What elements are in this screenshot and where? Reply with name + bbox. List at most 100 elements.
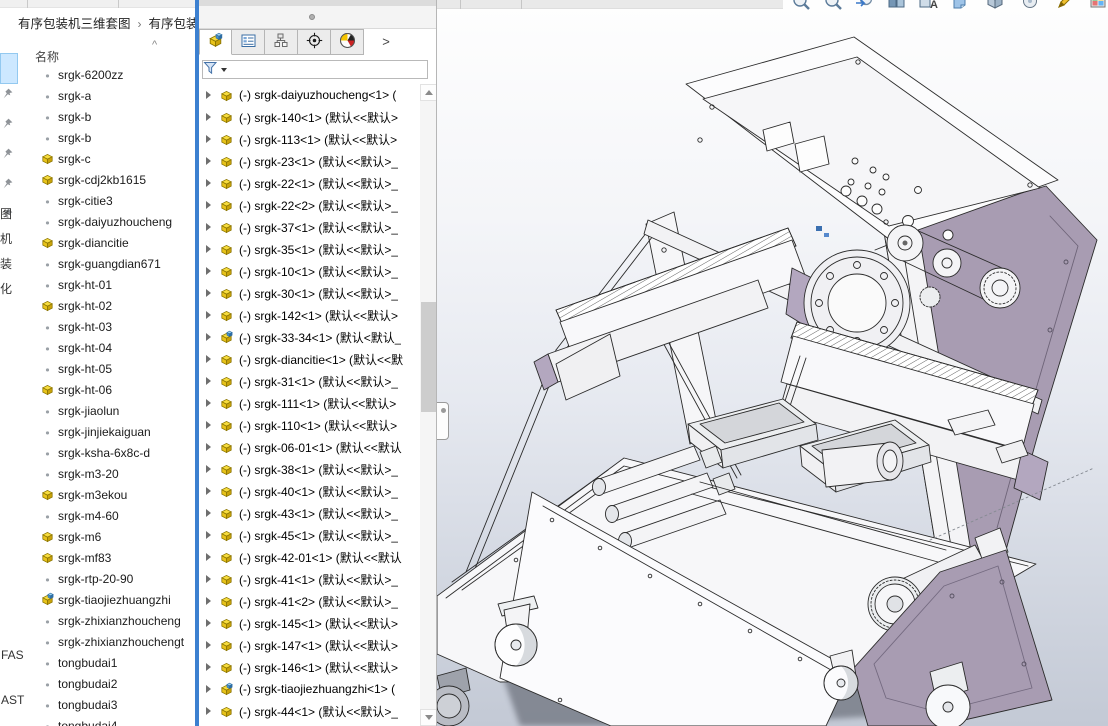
expand-arrow-icon[interactable] [206,355,211,363]
file-list-item[interactable]: srgk-m3-20 [0,463,196,484]
column-header-name[interactable]: 名称 [35,48,59,65]
breadcrumb[interactable]: 有序包装机三维套图›有序包装机三维套图 [18,13,196,31]
feature-tree-item[interactable]: (-) srgk-43<1> (默认<<默认>_ [199,502,420,524]
tab-featuremanager[interactable] [199,29,232,55]
file-list-item[interactable]: srgk-m6 [0,526,196,547]
expand-arrow-icon[interactable] [206,597,211,605]
expand-arrow-icon[interactable] [206,531,211,539]
file-list-item[interactable]: tongbudai1 [0,652,196,673]
feature-tree-item[interactable]: (-) srgk-22<1> (默认<<默认>_ [199,172,420,194]
feature-tree-item[interactable]: (-) srgk-33-34<1> (默认<默认_ [199,326,420,348]
expand-arrow-icon[interactable] [206,399,211,407]
file-list-item[interactable]: srgk-guangdian671 [0,253,196,274]
expand-arrow-icon[interactable] [206,157,211,165]
filter-funnel-icon[interactable] [203,61,218,78]
file-list-item[interactable]: srgk-jinjiekaiguan [0,421,196,442]
tab-configurationmanager[interactable] [265,29,298,55]
feature-tree-item[interactable]: (-) srgk-111<1> (默认<<默认> [199,392,420,414]
expand-arrow-icon[interactable] [206,135,211,143]
machine-3d-model[interactable] [437,0,1108,726]
file-list-item[interactable]: srgk-m4-60 [0,505,196,526]
file-list-item[interactable]: srgk-diancitie [0,232,196,253]
expand-arrow-icon[interactable] [206,685,211,693]
expand-arrow-icon[interactable] [206,619,211,627]
expand-arrow-icon[interactable] [206,575,211,583]
expand-arrow-icon[interactable] [206,377,211,385]
file-list-item[interactable]: srgk-b [0,127,196,148]
feature-tree-item[interactable]: (-) srgk-35<1> (默认<<默认>_ [199,238,420,260]
feature-tree-item[interactable]: (-) srgk-tiaojiezhuangzhi<1> ( [199,678,420,700]
file-list-item[interactable]: srgk-daiyuzhoucheng [0,211,196,232]
feature-tree-item[interactable] [199,722,420,726]
feature-tree-item[interactable]: (-) srgk-110<1> (默认<<默认> [199,414,420,436]
breadcrumb-subfolder[interactable]: 有序包装机三维套图 [149,17,196,31]
tab-displaymanager[interactable] [331,29,364,55]
tab-propertymanager[interactable] [232,29,265,55]
file-list-item[interactable]: srgk-tiaojiezhuangzhi [0,589,196,610]
file-list-item[interactable]: srgk-zhixianzhouchengt [0,631,196,652]
expand-arrow-icon[interactable] [206,179,211,187]
expand-arrow-icon[interactable] [206,91,211,99]
expand-arrow-icon[interactable] [206,509,211,517]
expand-arrow-icon[interactable] [206,553,211,561]
file-list-item[interactable]: srgk-ht-01 [0,274,196,295]
scroll-up-button[interactable] [420,84,437,101]
file-list-item[interactable]: srgk-rtp-20-90 [0,568,196,589]
file-list-item[interactable]: tongbudai3 [0,694,196,715]
expand-arrow-icon[interactable] [206,311,211,319]
feature-tree-item[interactable]: (-) srgk-40<1> (默认<<默认>_ [199,480,420,502]
feature-tree-item[interactable]: (-) srgk-41<1> (默认<<默认>_ [199,568,420,590]
file-list-item[interactable]: srgk-c [0,148,196,169]
filter-dropdown-caret-icon[interactable] [221,68,227,72]
panel-splitter-bar[interactable] [199,6,437,29]
file-list-item[interactable]: srgk-ht-02 [0,295,196,316]
file-list-item[interactable]: tongbudai4 [0,715,196,726]
file-list-item[interactable]: srgk-ht-04 [0,337,196,358]
feature-tree-item[interactable]: (-) srgk-30<1> (默认<<默认>_ [199,282,420,304]
tab-dimxpertmanager[interactable] [298,29,331,55]
feature-tree-item[interactable]: (-) srgk-31<1> (默认<<默认>_ [199,370,420,392]
expand-arrow-icon[interactable] [206,245,211,253]
feature-tree-item[interactable]: (-) srgk-142<1> (默认<<默认> [199,304,420,326]
feature-tree-item[interactable]: (-) srgk-147<1> (默认<<默认> [199,634,420,656]
expand-arrow-icon[interactable] [206,333,211,341]
feature-tree-item[interactable]: (-) srgk-45<1> (默认<<默认>_ [199,524,420,546]
expand-arrow-icon[interactable] [206,465,211,473]
tabs-overflow-chevron[interactable]: > [378,31,394,53]
feature-tree-item[interactable]: (-) srgk-38<1> (默认<<默认>_ [199,458,420,480]
breadcrumb-folder[interactable]: 有序包装机三维套图 [18,17,131,31]
file-list-item[interactable]: srgk-citie3 [0,190,196,211]
expand-arrow-icon[interactable] [206,443,211,451]
graphics-viewport[interactable]: A [437,0,1108,726]
feature-tree-item[interactable]: (-) srgk-22<2> (默认<<默认>_ [199,194,420,216]
scroll-down-button[interactable] [420,709,437,726]
file-list-item[interactable]: srgk-jiaolun [0,400,196,421]
splitter-handle-icon[interactable] [309,14,315,20]
file-list-item[interactable]: srgk-a [0,85,196,106]
feature-tree-item[interactable]: (-) srgk-06-01<1> (默认<<默认 [199,436,420,458]
file-list-item[interactable]: srgk-ht-05 [0,358,196,379]
file-list-item[interactable]: srgk-m3ekou [0,484,196,505]
expand-arrow-icon[interactable] [206,267,211,275]
file-list-item[interactable]: srgk-cdj2kb1615 [0,169,196,190]
feature-tree-item[interactable]: (-) srgk-113<1> (默认<<默认> [199,128,420,150]
expand-arrow-icon[interactable] [206,113,211,121]
file-list-item[interactable]: srgk-zhixianzhoucheng [0,610,196,631]
feature-tree-item[interactable]: (-) srgk-37<1> (默认<<默认>_ [199,216,420,238]
expand-arrow-icon[interactable] [206,663,211,671]
expand-arrow-icon[interactable] [206,641,211,649]
viewport-splitter-handle[interactable] [437,402,449,440]
feature-tree-item[interactable]: (-) srgk-146<1> (默认<<默认> [199,656,420,678]
feature-tree-item[interactable]: (-) srgk-145<1> (默认<<默认> [199,612,420,634]
expand-arrow-icon[interactable] [206,487,211,495]
file-list-item[interactable]: srgk-mf83 [0,547,196,568]
feature-tree-item[interactable]: (-) srgk-10<1> (默认<<默认>_ [199,260,420,282]
feature-tree-item[interactable]: (-) srgk-41<2> (默认<<默认>_ [199,590,420,612]
file-list-item[interactable]: srgk-ksha-6x8c-d [0,442,196,463]
feature-tree-item[interactable]: (-) srgk-23<1> (默认<<默认>_ [199,150,420,172]
sort-indicator-icon[interactable]: ^ [152,39,157,51]
expand-arrow-icon[interactable] [206,223,211,231]
file-list-item[interactable]: srgk-ht-03 [0,316,196,337]
feature-tree-item[interactable]: (-) srgk-140<1> (默认<<默认> [199,106,420,128]
file-list-item[interactable]: srgk-b [0,106,196,127]
